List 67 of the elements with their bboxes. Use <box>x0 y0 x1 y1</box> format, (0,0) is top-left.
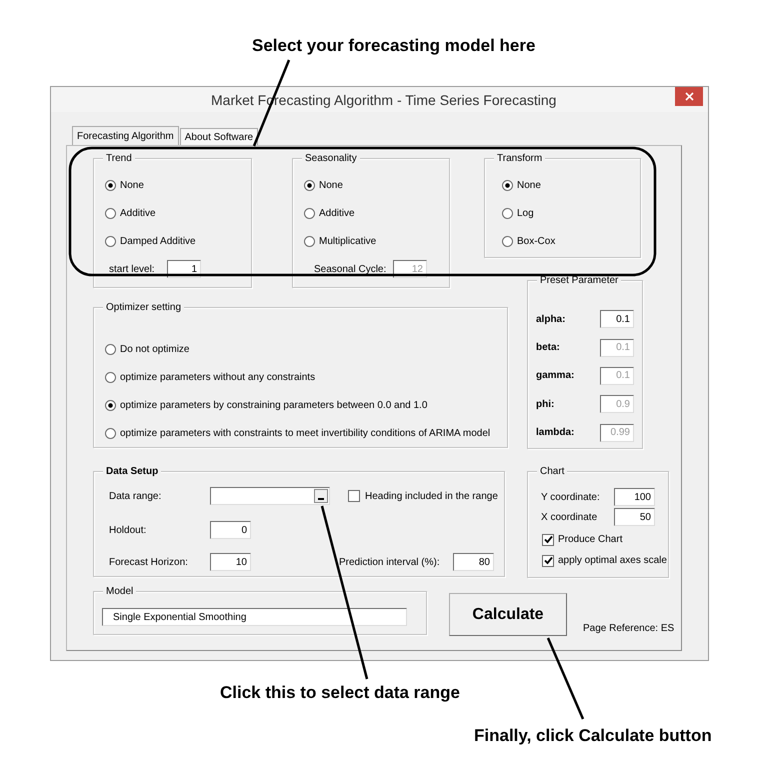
radio-label: Additive <box>319 208 355 218</box>
model-field: Single Exponential Smoothing <box>102 608 407 626</box>
field-label: X coordinate <box>541 512 598 522</box>
field-label: alpha: <box>536 314 566 325</box>
field-label: Holdout: <box>109 524 148 536</box>
page-reference: Page Reference: ES <box>583 623 674 634</box>
radio-label: Damped Additive <box>120 236 196 246</box>
radio-button[interactable] <box>105 428 116 438</box>
radio-button[interactable] <box>502 180 513 190</box>
group-title: Data Setup <box>103 465 162 478</box>
text-field[interactable]: 0 <box>210 521 251 539</box>
radio-button[interactable] <box>105 400 116 410</box>
radio-label: Log <box>517 208 534 218</box>
radio-button[interactable] <box>105 372 116 382</box>
radio-button[interactable] <box>502 208 513 218</box>
radio-label: None <box>120 180 144 190</box>
radio-button[interactable] <box>105 344 116 354</box>
radio-button[interactable] <box>304 208 315 218</box>
field-label: beta: <box>536 342 561 354</box>
radio-button[interactable] <box>105 180 116 190</box>
annotation-text: Select your forecasting model here <box>252 36 536 56</box>
text-field[interactable]: 0.1 <box>600 310 634 328</box>
radio-label: Do not optimize <box>120 344 190 354</box>
field-label: Data range: <box>109 490 162 502</box>
group-title: Optimizer setting <box>103 301 184 314</box>
field-label: start level: <box>109 264 156 274</box>
radio-label: Multiplicative <box>319 236 376 246</box>
radio-label: Box-Cox <box>517 236 556 246</box>
radio-label: Additive <box>120 208 156 218</box>
close-icon <box>684 92 694 101</box>
field-label: phi: <box>536 398 556 410</box>
radio-label: None <box>319 180 343 190</box>
group-title: Seasonality <box>302 152 360 165</box>
checkbox-label: Produce Chart <box>558 534 622 545</box>
field-label: Prediction interval (%): <box>339 556 441 568</box>
checkbox[interactable] <box>348 490 360 502</box>
minimize-bar-icon <box>318 498 324 500</box>
field-label: Seasonal Cycle: <box>314 264 388 274</box>
radio-label: optimize parameters by constraining parameters between 0.0 and 1.0 <box>120 400 428 410</box>
text-field[interactable]: 10 <box>210 553 251 571</box>
radio-label: optimize parameters with constraints to meet invertibility conditions of ARIMA model <box>120 428 490 438</box>
tab[interactable]: About Software <box>180 128 258 145</box>
radio-button[interactable] <box>105 208 116 218</box>
text-field[interactable]: 80 <box>453 553 494 571</box>
radio-button[interactable] <box>304 236 315 246</box>
radio-label: optimize parameters without any constraints <box>120 372 316 382</box>
checkbox-label: apply optimal axes scale <box>558 555 667 566</box>
checkbox[interactable] <box>542 534 554 546</box>
data-range-field[interactable] <box>210 487 330 505</box>
field-label: Forecast Horizon: <box>109 556 189 568</box>
range-select-button[interactable] <box>314 489 328 503</box>
field-label: lambda: <box>536 427 576 438</box>
radio-button[interactable] <box>304 180 315 190</box>
radio-button[interactable] <box>105 236 116 246</box>
field-label: gamma: <box>536 370 576 382</box>
checkbox-label: Heading included in the range <box>365 490 498 502</box>
radio-button[interactable] <box>502 236 513 246</box>
radio-label: None <box>517 180 541 190</box>
text-field[interactable]: 100 <box>614 488 655 506</box>
calculate-button[interactable]: Calculate <box>449 593 567 636</box>
text-field[interactable]: 50 <box>614 508 655 526</box>
checkbox[interactable] <box>542 554 554 566</box>
close-button[interactable] <box>675 87 703 106</box>
annotation-text: Finally, click Calculate button <box>474 726 712 746</box>
tab[interactable]: Forecasting Algorithm <box>72 126 179 145</box>
field-label: Y coordinate: <box>541 492 601 502</box>
annotation-text: Click this to select data range <box>220 683 460 703</box>
